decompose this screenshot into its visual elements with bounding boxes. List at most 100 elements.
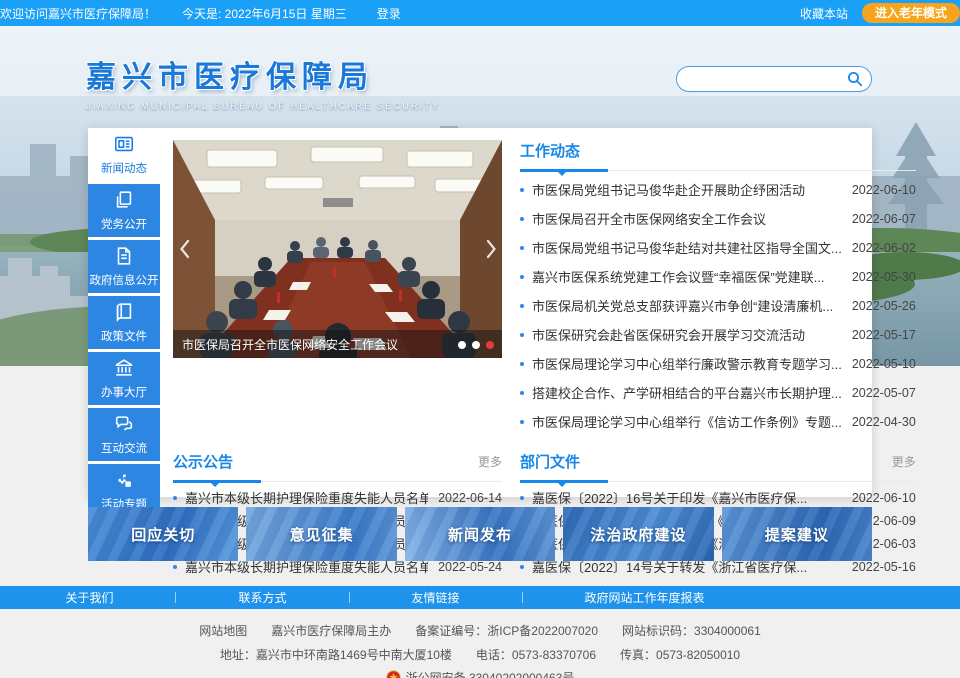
carousel-dot[interactable] <box>472 341 480 349</box>
section-underline <box>173 480 261 483</box>
news-date: 2022-05-16 <box>852 560 916 574</box>
list-item[interactable]: 市医保局召开全市医保网络安全工作会议2022-06-07 <box>520 204 916 233</box>
search-icon <box>847 71 863 87</box>
news-title: 市医保局理论学习中心组举行廉政警示教育专题学习... <box>532 354 842 373</box>
more-link[interactable]: 更多 <box>892 453 916 470</box>
bullet-icon <box>520 246 524 250</box>
quick-link-banners: 回应关切 意见征集 新闻发布 法治政府建设 提案建议 <box>88 507 872 561</box>
search-input[interactable] <box>676 66 872 92</box>
separator <box>175 592 176 603</box>
sidebar-item-service-hall[interactable]: 办事大厅 <box>88 352 160 405</box>
list-item[interactable]: 市医保局理论学习中心组举行《信访工作条例》专题...2022-04-30 <box>520 407 916 436</box>
more-link[interactable]: 更多 <box>478 453 502 470</box>
footer-nav-about[interactable]: 关于我们 <box>65 589 113 606</box>
news-title: 嘉医保〔2022〕16号关于印发《嘉兴市医疗保... <box>532 488 842 507</box>
section-title: 公示公告 <box>173 454 233 471</box>
list-item[interactable]: 嘉兴市本级长期护理保险重度失能人员名单公示（2...2022-06-14 <box>173 486 502 509</box>
list-item[interactable]: 市医保局党组书记马俊华赴企开展助企纾困活动 2022-06-10 <box>520 175 916 204</box>
news-title: 市医保局党组书记马俊华赴企开展助企纾困活动 <box>532 180 842 199</box>
list-item[interactable]: 市医保局机关党总支部获评嘉兴市争创“建设清廉机...2022-05-26 <box>520 291 916 320</box>
bullet-icon <box>520 188 524 192</box>
newspaper-icon <box>113 133 135 155</box>
sidebar-item-party-affairs[interactable]: 党务公开 <box>88 184 160 237</box>
bullet-icon <box>520 496 524 500</box>
footer-nav-contact[interactable]: 联系方式 <box>238 589 286 606</box>
carousel-prev-arrow[interactable] <box>175 233 193 265</box>
search-button[interactable] <box>847 71 863 87</box>
sidebar-item-interaction[interactable]: 互动交流 <box>88 408 160 461</box>
sidebar-item-label: 新闻动态 <box>101 159 147 175</box>
bank-icon <box>113 357 135 379</box>
news-date: 2022-05-10 <box>852 357 916 371</box>
carousel-dot[interactable] <box>458 341 466 349</box>
bullet-icon <box>520 565 524 569</box>
main-content-card: 新闻动态 党务公开 政府信息公开 政策文件 <box>88 128 872 497</box>
bullet-icon <box>520 362 524 366</box>
elder-mode-button[interactable]: 进入老年模式 <box>862 3 960 23</box>
book-icon <box>113 301 135 323</box>
carousel-caption: 市医保局召开全市医保网络安全工作会议 <box>182 336 398 353</box>
news-date: 2022-06-14 <box>438 491 502 505</box>
sidebar-item-news[interactable]: 新闻动态 <box>88 128 160 181</box>
sidebar-item-gov-info[interactable]: 政府信息公开 <box>88 240 160 293</box>
news-title: 嘉兴市医保系统党建工作会议暨“幸福医保”党建联... <box>532 267 842 286</box>
site-branding: 嘉兴市医疗保障局 JIAXING MUNICIPAL BUREAU OF HEA… <box>86 52 440 111</box>
news-carousel[interactable]: 市医保局召开全市医保网络安全工作会议 <box>173 140 502 358</box>
organizer-text: 嘉兴市医疗保障局主办 <box>271 622 391 639</box>
footer-nav-links[interactable]: 友情链接 <box>412 589 460 606</box>
carousel-dot-active[interactable] <box>486 341 494 349</box>
carousel-dots <box>458 341 494 349</box>
list-item[interactable]: 搭建校企合作、产学研相结合的平台嘉兴市长期护理...2022-05-07 <box>520 378 916 407</box>
footer-nav-bar: 关于我们 联系方式 友情链接 政府网站工作年度报表 <box>0 586 960 609</box>
security-record-link[interactable]: 浙公网安备 33040202000463号 <box>406 669 575 678</box>
section-underline <box>520 480 608 483</box>
carousel-next-arrow[interactable] <box>482 233 500 265</box>
sitemap-link[interactable]: 网站地图 <box>199 622 247 639</box>
quick-link-label: 提案建议 <box>765 524 829 545</box>
list-item[interactable]: 嘉医保〔2022〕16号关于印发《嘉兴市医疗保... 2022-06-10 <box>520 486 916 509</box>
sidebar-item-label: 政府信息公开 <box>89 271 158 287</box>
bullet-icon <box>520 304 524 308</box>
work-news-section: 工作动态 市医保局党组书记马俊华赴企开展助企纾困活动 2022-06-10 市医保… <box>520 140 916 436</box>
news-title: 市医保局召开全市医保网络安全工作会议 <box>532 209 842 228</box>
address-text: 地址：嘉兴市中环南路1469号中南大厦10楼 <box>220 646 452 663</box>
sidebar-item-policy-files[interactable]: 政策文件 <box>88 296 160 349</box>
login-link[interactable]: 登录 <box>377 5 401 22</box>
list-item[interactable]: 市医保局党组书记马俊华赴结对共建社区指导全国文... 2022-06-02 <box>520 233 916 262</box>
site-code-text: 网站标识码：3304000061 <box>622 622 761 639</box>
page-footer: 网站地图 嘉兴市医疗保障局主办 备案证编号：浙ICP备2022007020 网站… <box>0 609 960 678</box>
quick-link-respond-concerns[interactable]: 回应关切 <box>88 507 238 561</box>
news-date: 2022-06-02 <box>852 241 916 255</box>
footer-nav-annual-report[interactable]: 政府网站工作年度报表 <box>585 589 705 606</box>
news-title: 市医保局党组书记马俊华赴结对共建社区指导全国文... <box>532 238 842 257</box>
card-content: 市医保局召开全市医保网络安全工作会议 工作动态 市医保局党组 <box>160 128 928 497</box>
carousel-photo-meeting <box>173 140 502 358</box>
quick-link-news-release[interactable]: 新闻发布 <box>405 507 555 561</box>
copy-icon <box>113 189 135 211</box>
news-date: 2022-06-10 <box>852 183 916 197</box>
list-item[interactable]: 嘉兴市医保系统党建工作会议暨“幸福医保”党建联... 2022-05-30 <box>520 262 916 291</box>
quick-link-label: 新闻发布 <box>448 524 512 545</box>
quick-link-opinion-collection[interactable]: 意见征集 <box>246 507 396 561</box>
public-security-badge-icon <box>386 670 401 678</box>
bullet-icon <box>520 217 524 221</box>
news-date: 2022-05-17 <box>852 328 916 342</box>
quick-link-label: 法治政府建设 <box>590 524 686 545</box>
list-item[interactable]: 市医保研究会赴省医保研究会开展学习交流活动2022-05-17 <box>520 320 916 349</box>
news-date: 2022-05-30 <box>852 270 916 284</box>
quick-link-proposals[interactable]: 提案建议 <box>722 507 872 561</box>
bullet-icon <box>173 496 177 500</box>
page: 欢迎访问嘉兴市医疗保障局！ 今天是: 2022年6月15日 星期三 登录 收藏本… <box>0 0 960 678</box>
news-date: 2022-06-10 <box>852 491 916 505</box>
quick-link-rule-of-law[interactable]: 法治政府建设 <box>563 507 713 561</box>
favorite-link[interactable]: 收藏本站 <box>800 5 848 22</box>
list-item[interactable]: 市医保局理论学习中心组举行廉政警示教育专题学习... 2022-05-10 <box>520 349 916 378</box>
chat-icon <box>113 413 135 435</box>
chevron-left-icon <box>179 239 190 259</box>
news-title: 搭建校企合作、产学研相结合的平台嘉兴市长期护理... <box>532 383 842 402</box>
section-title: 部门文件 <box>520 454 580 471</box>
section-title: 工作动态 <box>520 143 580 160</box>
section-header: 部门文件 更多 <box>520 451 916 482</box>
icp-text: 备案证编号：浙ICP备2022007020 <box>415 622 598 639</box>
news-title: 市医保局理论学习中心组举行《信访工作条例》专题... <box>532 412 842 431</box>
